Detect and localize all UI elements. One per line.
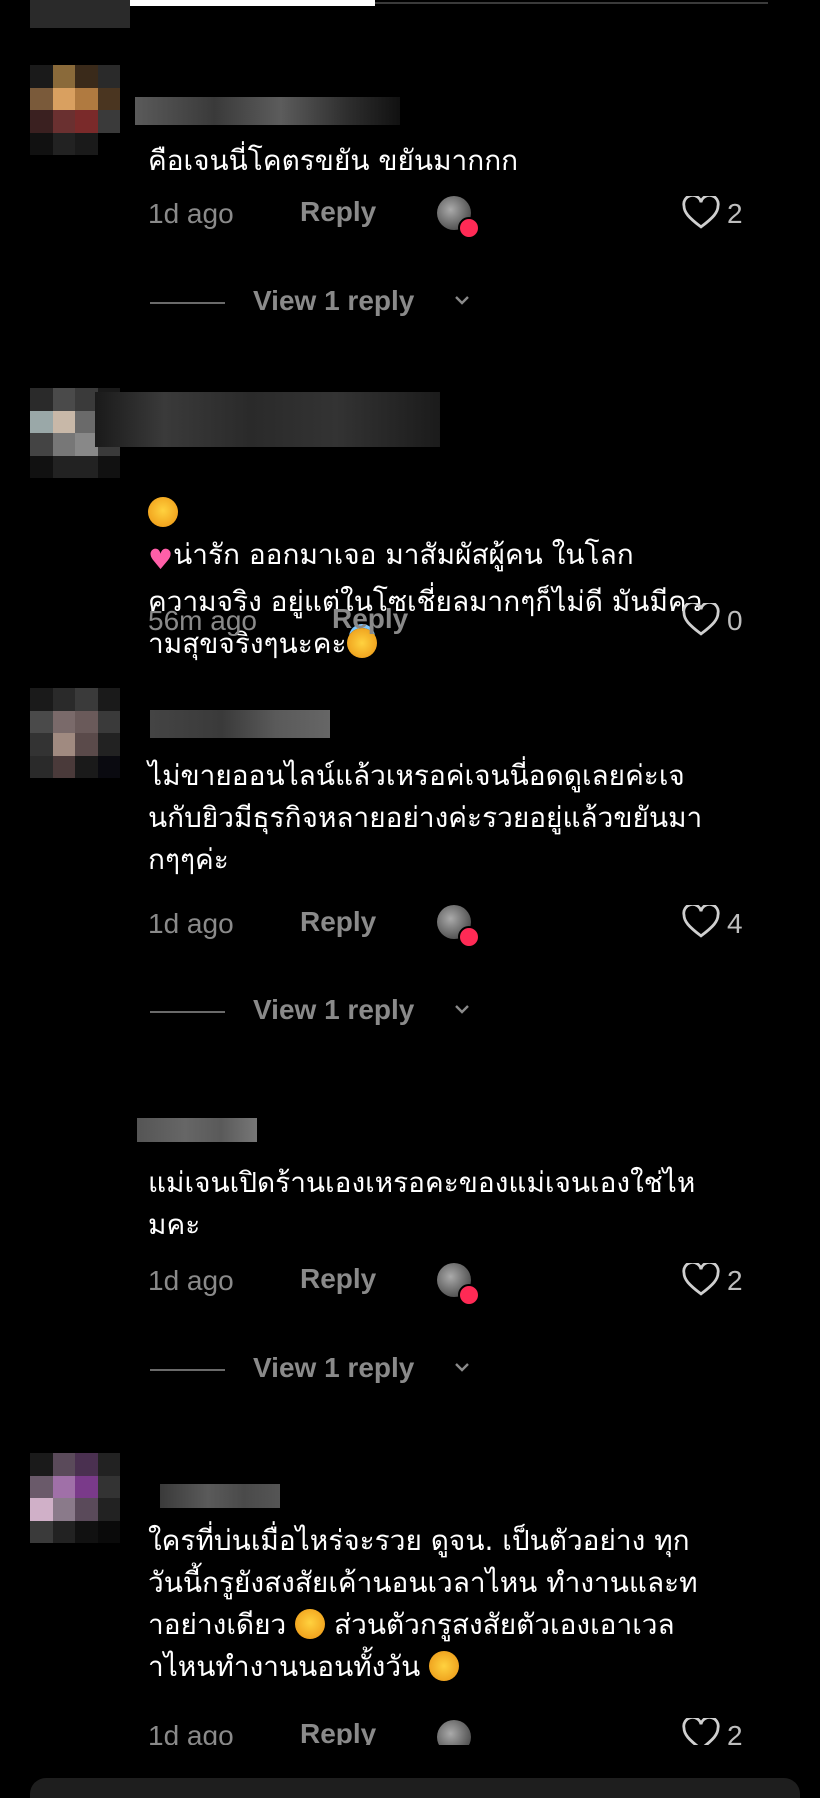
avatar[interactable] (30, 688, 120, 778)
comment-time: 1d ago (148, 908, 234, 939)
comment-text-block: ใครที่บ่นเมื่อไหร่จะรวย ดูจน. เป็นตัวอย่… (148, 1520, 748, 1688)
comment-text: แม่เจนเปิดร้านเองเหรอคะของแม่เจนเองใช่ไห… (148, 1166, 696, 1241)
username-blurred[interactable] (150, 710, 330, 738)
reply-button[interactable]: Reply (332, 603, 408, 635)
reply-button[interactable]: Reply (300, 196, 376, 228)
replies-divider (150, 1011, 225, 1013)
view-replies-button[interactable]: View 1 reply (253, 994, 414, 1026)
username-blurred[interactable] (160, 1484, 280, 1508)
creator-heart-badge (458, 1284, 480, 1306)
tab-divider (375, 2, 768, 4)
creator-heart-badge (458, 926, 480, 948)
heart-outline-icon[interactable] (682, 905, 720, 939)
comment-text: คือเจนนี่โคตรขยัน ขยันมากกก (148, 144, 519, 177)
replies-divider (150, 302, 225, 304)
heart-outline-icon[interactable] (682, 196, 720, 230)
grinning-sweat-emoji-icon (429, 1651, 460, 1681)
chevron-down-icon[interactable] (452, 290, 472, 315)
active-tab-indicator (130, 0, 375, 6)
username-blurred[interactable] (95, 392, 440, 447)
comment-input-bar[interactable] (30, 1778, 800, 1798)
creator-heart-badge (458, 217, 480, 239)
chevron-down-icon[interactable] (452, 999, 472, 1024)
heart-outline-icon[interactable] (682, 1263, 720, 1297)
username-blurred[interactable] (137, 1118, 257, 1142)
blurred-tab-label (30, 0, 130, 28)
view-replies-button[interactable]: View 1 reply (253, 1352, 414, 1384)
comment-time: 1d ago (148, 198, 234, 229)
reply-button[interactable]: Reply (300, 1263, 376, 1295)
like-count: 4 (727, 908, 743, 939)
avatar[interactable] (30, 1453, 120, 1543)
comment-time: 1d ago (148, 1265, 234, 1296)
like-count: 2 (727, 198, 743, 229)
comment-text: น่ารัก ออกมาเจอ มาสัมผัสผู้คน ในโลก ความ… (148, 538, 703, 660)
heart-outline-icon[interactable] (682, 603, 720, 637)
chevron-down-icon[interactable] (452, 1357, 472, 1382)
view-replies-button[interactable]: View 1 reply (253, 285, 414, 317)
list-fade (0, 1745, 820, 1775)
avatar[interactable] (30, 65, 120, 155)
pink-heart-emoji-icon: ♥ (148, 543, 174, 576)
reply-button[interactable]: Reply (300, 906, 376, 938)
like-count: 2 (727, 1265, 743, 1296)
hugging-face-emoji-icon (295, 1609, 326, 1639)
replies-divider (150, 1369, 225, 1371)
hugging-face-emoji-icon (148, 497, 178, 527)
like-count: 0 (727, 605, 743, 636)
comment-time: 56m ago (148, 605, 257, 636)
username-blurred[interactable] (135, 97, 400, 125)
comment-text: ไม่ขายออนไลน์แล้วเหรอค่เจนนี่อดดูเลยค่ะเ… (148, 759, 703, 876)
